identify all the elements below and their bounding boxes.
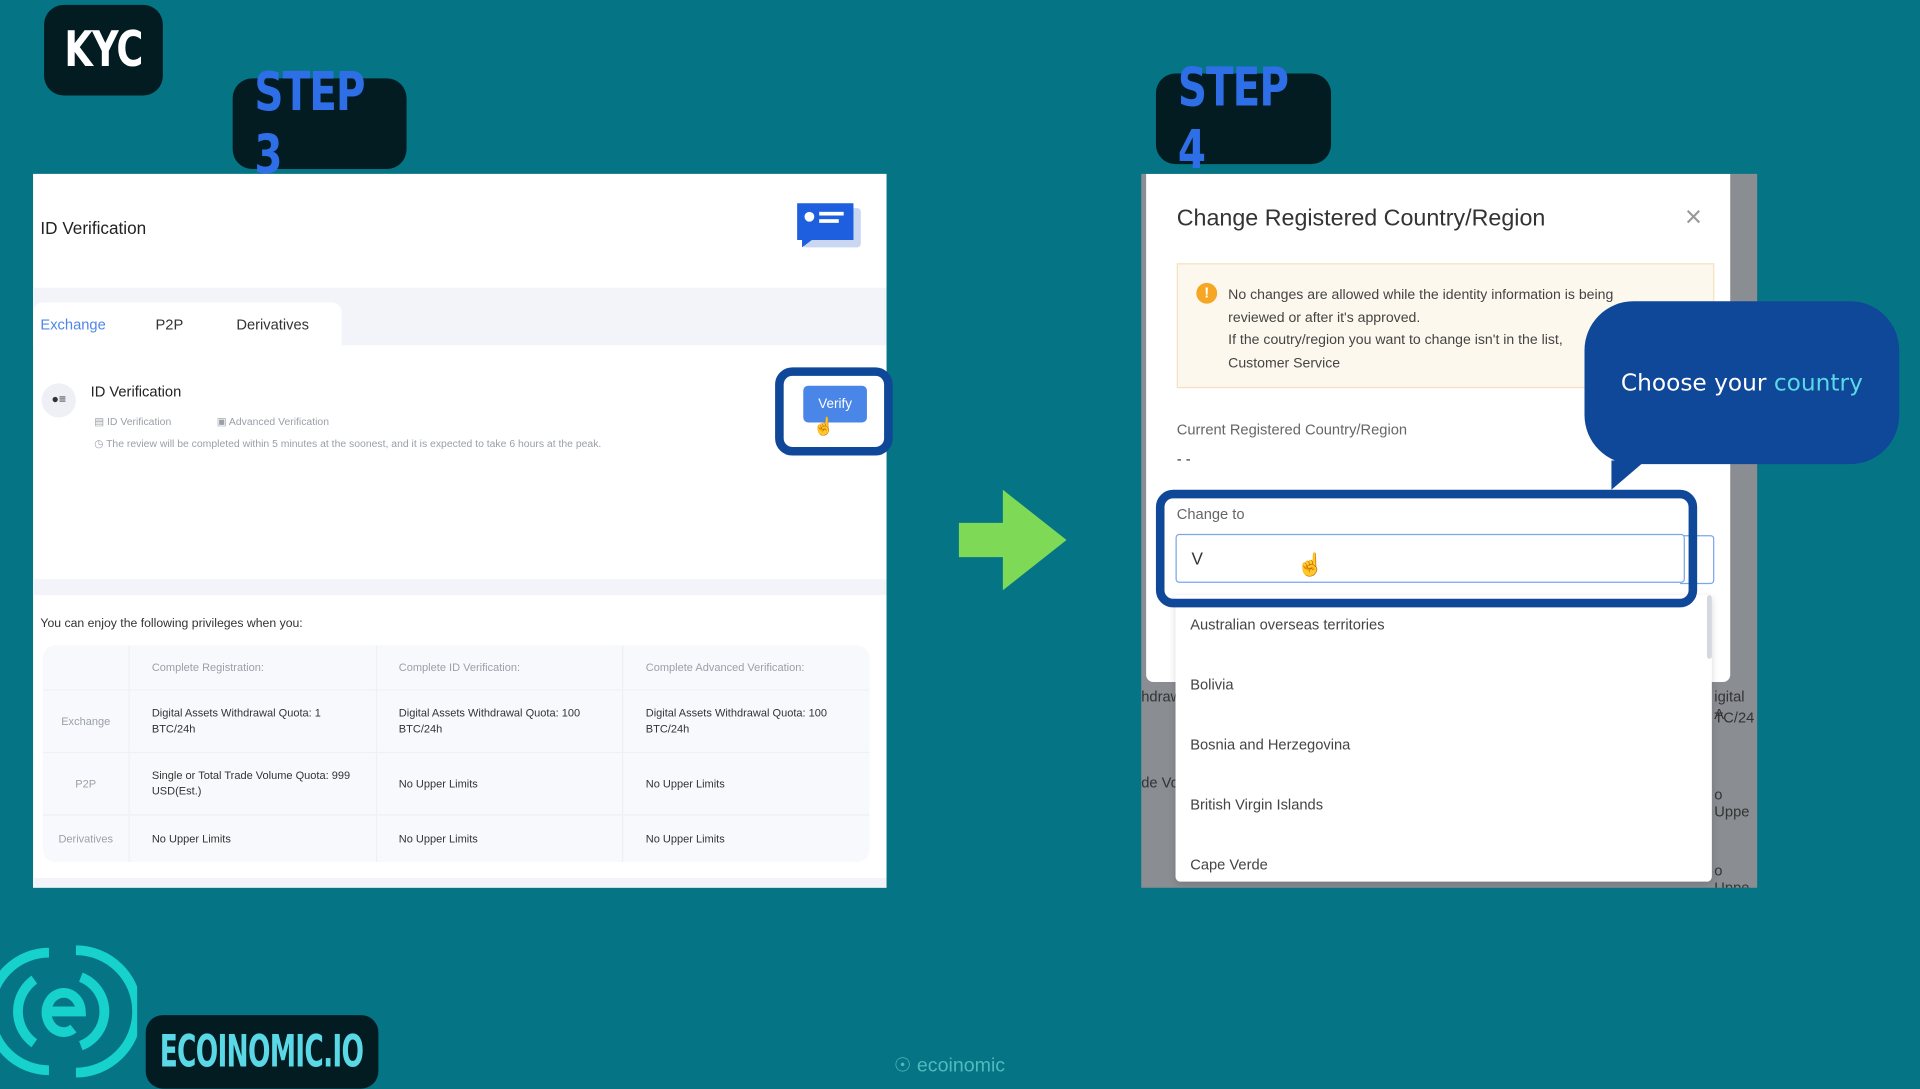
country-search-input[interactable]: V ☝ (1175, 533, 1685, 583)
clock-icon: ◷ (94, 437, 107, 450)
callout-highlight: country (1773, 369, 1863, 397)
sub-label: Advanced Verification (228, 415, 330, 428)
ecoinomic-small-icon: ☉ (893, 1055, 917, 1077)
id-verification-page: ID Verification Exchange P2P Derivatives… (33, 173, 887, 888)
table-cell: Digital Assets Withdrawal Quota: 100 BTC… (377, 690, 624, 752)
row-label: Exchange (43, 690, 130, 752)
verify-highlight: Verify ☝ (775, 367, 893, 456)
verification-title: ID Verification (90, 383, 182, 401)
privileges-intro: You can enjoy the following privileges w… (40, 617, 303, 631)
current-country-label: Current Registered Country/Region (1176, 421, 1408, 439)
table-cell: Digital Assets Withdrawal Quota: 100 BTC… (645, 706, 828, 735)
callout-text: Choose your (1620, 369, 1774, 397)
table-cell: No Upper Limits (645, 832, 725, 845)
header-cell (43, 645, 130, 690)
country-dropdown: Australian overseas territories Bolivia … (1175, 595, 1712, 882)
background-text: de Vo (1141, 773, 1179, 792)
table-cell: No Upper Limits (130, 815, 377, 863)
input-value: V (1191, 548, 1203, 569)
callout-bubble: Choose your country (1584, 301, 1900, 465)
logo-text: ECOINOMIC.IO (160, 1026, 364, 1077)
face-scan-icon: ▣ (216, 415, 229, 428)
kyc-label: KYC (64, 22, 143, 79)
tab-bar: Exchange P2P Derivatives (33, 287, 887, 346)
tab-derivatives[interactable]: Derivatives (236, 316, 309, 333)
dialog-title: Change Registered Country/Region (1176, 205, 1546, 232)
warning-line: If the coutry/region you want to change … (1228, 333, 1563, 348)
table-cell: No Upper Limits (645, 776, 725, 790)
step4-label: STEP 4 (1177, 56, 1289, 182)
hand-cursor-icon: ☝ (813, 416, 835, 436)
header-cell: Complete Registration: (130, 645, 377, 690)
warning-line: reviewed or after it's approved. (1228, 310, 1421, 326)
watermark-text: ecoinomic (916, 1055, 1006, 1077)
warning-line: Customer Service (1228, 355, 1341, 371)
dropdown-option[interactable]: Australian overseas territories (1190, 616, 1384, 633)
row-label: Derivatives (43, 815, 130, 863)
hand-cursor-icon: ☝ (1296, 552, 1325, 577)
review-note: ◷ The review will be completed within 5 … (94, 437, 601, 450)
background-text: o Uppe (1714, 786, 1750, 821)
user-list-icon: ●≡ (41, 383, 76, 418)
id-doc-icon: ▤ (94, 415, 108, 428)
header-cell: Complete ID Verification: (377, 645, 624, 690)
change-to-highlight: Change to V ☝ (1155, 489, 1698, 608)
arrow-right-icon (958, 489, 1067, 591)
sub-id-verification: ▤ ID Verification (94, 415, 171, 428)
background-text: TC/24 (1714, 708, 1755, 727)
close-icon[interactable]: × (1685, 201, 1702, 235)
table-cell: Single or Total Trade Volume Quota: 999 … (130, 753, 377, 815)
table-row: P2P Single or Total Trade Volume Quota: … (42, 751, 870, 815)
sub-label: ID Verification (107, 415, 172, 428)
note-text: The review will be completed within 5 mi… (106, 437, 602, 450)
step3-label: STEP 3 (254, 61, 365, 187)
id-card-icon (797, 203, 861, 248)
warning-icon: ! (1196, 282, 1218, 304)
table-header-row: Complete Registration: Complete ID Verif… (43, 645, 870, 690)
table-row: Exchange Digital Assets Withdrawal Quota… (42, 689, 870, 752)
row-label: P2P (43, 753, 130, 815)
watermark: ☉ ecoinomic (894, 1053, 1005, 1077)
tab-p2p[interactable]: P2P (156, 316, 184, 333)
dropdown-option[interactable]: Bolivia (1190, 676, 1233, 693)
dropdown-option[interactable]: Cape Verde (1190, 856, 1268, 873)
dropdown-option[interactable]: Bosnia and Herzegovina (1190, 736, 1350, 753)
header-cell: Complete Advanced Verification: (645, 660, 805, 673)
background-text: o Uppe (1714, 862, 1749, 888)
ecoinomic-logo-icon (0, 945, 138, 1078)
warning-text: No changes are allowed while the identit… (1228, 284, 1613, 375)
table-cell: No Upper Limits (377, 753, 624, 815)
logo-text-badge: ECOINOMIC.IO (145, 1015, 379, 1089)
kyc-badge: KYC (44, 4, 163, 96)
change-to-label: Change to (1176, 505, 1245, 523)
table-cell: Digital Assets Withdrawal Quota: 1 BTC/2… (130, 690, 377, 752)
step3-badge: STEP 3 (232, 61, 407, 186)
tab-exchange[interactable]: Exchange (40, 316, 105, 333)
dropdown-option[interactable]: British Virgin Islands (1190, 796, 1323, 813)
dropdown-scrollbar[interactable] (1706, 595, 1712, 659)
table-cell: No Upper Limits (377, 815, 624, 863)
slide: KYC STEP 3 STEP 4 ID Verification Exchan… (0, 0, 1920, 1089)
current-country-value: - - (1176, 450, 1191, 468)
page-title: ID Verification (40, 217, 147, 238)
step4-badge: STEP 4 (1155, 56, 1332, 181)
callout-tail (1611, 460, 1646, 490)
warning-line: No changes are allowed while the identit… (1228, 287, 1614, 303)
privileges-table: Complete Registration: Complete ID Verif… (42, 645, 870, 863)
sub-advanced-verification: ▣ Advanced Verification (217, 415, 329, 428)
table-row: Derivatives No Upper Limits No Upper Lim… (42, 814, 870, 863)
